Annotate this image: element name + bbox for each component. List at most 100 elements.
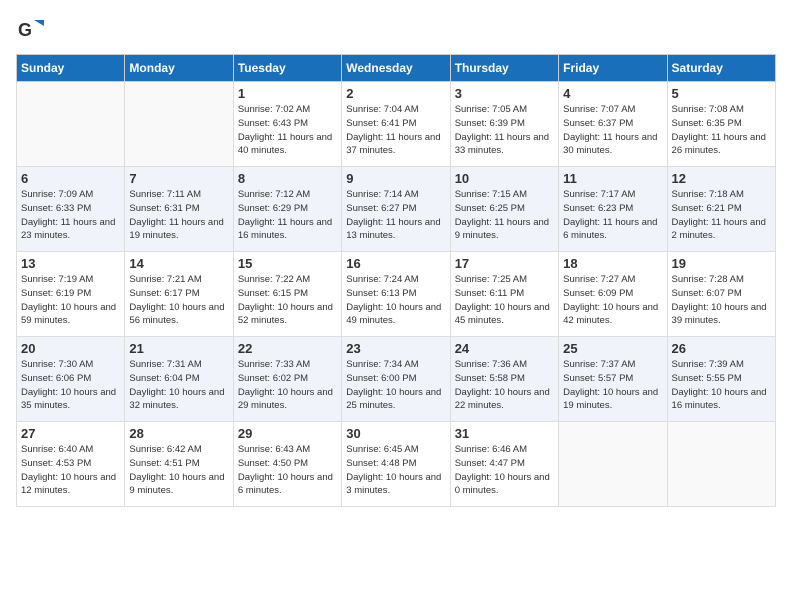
day-info: Sunrise: 7:08 AM Sunset: 6:35 PM Dayligh… (672, 103, 771, 158)
day-number: 14 (129, 256, 228, 271)
calendar-cell (125, 82, 233, 167)
calendar-cell: 4Sunrise: 7:07 AM Sunset: 6:37 PM Daylig… (559, 82, 667, 167)
calendar-cell: 17 Sunrise: 7:25 AM Sunset: 6:11 PM Dayli… (450, 252, 558, 337)
day-number: 25 (563, 341, 662, 356)
calendar-cell: 31 Sunrise: 6:46 AM Sunset: 4:47 PM Dayli… (450, 422, 558, 507)
day-number: 21 (129, 341, 228, 356)
day-info: Sunrise: 7:19 AM Sunset: 6:19 PM Dayligh… (21, 273, 120, 328)
calendar-cell: 1 Sunrise: 7:02 AM Sunset: 6:43 PM Daylig… (233, 82, 341, 167)
calendar-week-5: 27 Sunrise: 6:40 AM Sunset: 4:53 PM Dayli… (17, 422, 776, 507)
weekday-header-tuesday: Tuesday (233, 55, 341, 82)
calendar-cell: 27 Sunrise: 6:40 AM Sunset: 4:53 PM Dayli… (17, 422, 125, 507)
calendar-cell (17, 82, 125, 167)
day-number: 13 (21, 256, 120, 271)
day-info: Sunrise: 7:33 AM Sunset: 6:02 PM Dayligh… (238, 358, 337, 413)
day-info: Sunrise: 7:02 AM Sunset: 6:43 PM Dayligh… (238, 103, 337, 158)
calendar-cell: 18 Sunrise: 7:27 AM Sunset: 6:09 PM Dayli… (559, 252, 667, 337)
calendar-cell: 6 Sunrise: 7:09 AM Sunset: 6:33 PM Daylig… (17, 167, 125, 252)
day-number: 16 (346, 256, 445, 271)
day-number: 17 (455, 256, 554, 271)
weekday-header-monday: Monday (125, 55, 233, 82)
calendar-cell: 2 Sunrise: 7:04 AM Sunset: 6:41 PM Daylig… (342, 82, 450, 167)
calendar-cell: 16 Sunrise: 7:24 AM Sunset: 6:13 PM Dayli… (342, 252, 450, 337)
calendar-cell: 8 Sunrise: 7:12 AM Sunset: 6:29 PM Daylig… (233, 167, 341, 252)
day-info: Sunrise: 7:27 AM Sunset: 6:09 PM Dayligh… (563, 273, 662, 328)
day-info: Sunrise: 6:45 AM Sunset: 4:48 PM Dayligh… (346, 443, 445, 498)
day-info: Sunrise: 7:15 AM Sunset: 6:25 PM Dayligh… (455, 188, 554, 243)
day-number: 6 (21, 171, 120, 186)
day-info: Sunrise: 7:39 AM Sunset: 5:55 PM Dayligh… (672, 358, 771, 413)
calendar-cell (667, 422, 775, 507)
day-info: Sunrise: 7:24 AM Sunset: 6:13 PM Dayligh… (346, 273, 445, 328)
calendar-cell: 22 Sunrise: 7:33 AM Sunset: 6:02 PM Dayli… (233, 337, 341, 422)
calendar-week-3: 13 Sunrise: 7:19 AM Sunset: 6:19 PM Dayli… (17, 252, 776, 337)
day-info: Sunrise: 6:40 AM Sunset: 4:53 PM Dayligh… (21, 443, 120, 498)
weekday-header-sunday: Sunday (17, 55, 125, 82)
calendar-cell: 3 Sunrise: 7:05 AM Sunset: 6:39 PM Daylig… (450, 82, 558, 167)
day-info: Sunrise: 7:17 AM Sunset: 6:23 PM Dayligh… (563, 188, 662, 243)
day-number: 28 (129, 426, 228, 441)
day-number: 26 (672, 341, 771, 356)
calendar-week-4: 20Sunrise: 7:30 AM Sunset: 6:06 PM Dayli… (17, 337, 776, 422)
day-info: Sunrise: 7:25 AM Sunset: 6:11 PM Dayligh… (455, 273, 554, 328)
day-info: Sunrise: 7:12 AM Sunset: 6:29 PM Dayligh… (238, 188, 337, 243)
calendar-cell: 24Sunrise: 7:36 AM Sunset: 5:58 PM Dayli… (450, 337, 558, 422)
calendar-cell: 11 Sunrise: 7:17 AM Sunset: 6:23 PM Dayli… (559, 167, 667, 252)
day-number: 29 (238, 426, 337, 441)
day-info: Sunrise: 7:31 AM Sunset: 6:04 PM Dayligh… (129, 358, 228, 413)
day-info: Sunrise: 7:21 AM Sunset: 6:17 PM Dayligh… (129, 273, 228, 328)
calendar-cell: 10 Sunrise: 7:15 AM Sunset: 6:25 PM Dayli… (450, 167, 558, 252)
day-info: Sunrise: 7:18 AM Sunset: 6:21 PM Dayligh… (672, 188, 771, 243)
day-number: 10 (455, 171, 554, 186)
weekday-header-friday: Friday (559, 55, 667, 82)
day-number: 27 (21, 426, 120, 441)
day-number: 7 (129, 171, 228, 186)
calendar-cell: 23Sunrise: 7:34 AM Sunset: 6:00 PM Dayli… (342, 337, 450, 422)
day-number: 11 (563, 171, 662, 186)
day-number: 4 (563, 86, 662, 101)
calendar-cell: 5Sunrise: 7:08 AM Sunset: 6:35 PM Daylig… (667, 82, 775, 167)
calendar-cell: 25 Sunrise: 7:37 AM Sunset: 5:57 PM Dayli… (559, 337, 667, 422)
day-number: 15 (238, 256, 337, 271)
day-info: Sunrise: 7:04 AM Sunset: 6:41 PM Dayligh… (346, 103, 445, 158)
calendar-cell: 13 Sunrise: 7:19 AM Sunset: 6:19 PM Dayli… (17, 252, 125, 337)
page-header: G (16, 16, 776, 44)
day-number: 22 (238, 341, 337, 356)
weekday-header-saturday: Saturday (667, 55, 775, 82)
day-info: Sunrise: 7:36 AM Sunset: 5:58 PM Dayligh… (455, 358, 554, 413)
calendar-cell: 26 Sunrise: 7:39 AM Sunset: 5:55 PM Dayli… (667, 337, 775, 422)
day-number: 8 (238, 171, 337, 186)
day-number: 19 (672, 256, 771, 271)
calendar-cell: 28 Sunrise: 6:42 AM Sunset: 4:51 PM Dayli… (125, 422, 233, 507)
day-number: 18 (563, 256, 662, 271)
day-info: Sunrise: 6:46 AM Sunset: 4:47 PM Dayligh… (455, 443, 554, 498)
day-info: Sunrise: 7:05 AM Sunset: 6:39 PM Dayligh… (455, 103, 554, 158)
weekday-header-wednesday: Wednesday (342, 55, 450, 82)
day-info: Sunrise: 7:37 AM Sunset: 5:57 PM Dayligh… (563, 358, 662, 413)
calendar-cell: 29Sunrise: 6:43 AM Sunset: 4:50 PM Dayli… (233, 422, 341, 507)
day-info: Sunrise: 7:28 AM Sunset: 6:07 PM Dayligh… (672, 273, 771, 328)
day-info: Sunrise: 7:11 AM Sunset: 6:31 PM Dayligh… (129, 188, 228, 243)
day-info: Sunrise: 7:09 AM Sunset: 6:33 PM Dayligh… (21, 188, 120, 243)
calendar-cell: 14 Sunrise: 7:21 AM Sunset: 6:17 PM Dayli… (125, 252, 233, 337)
logo: G (16, 16, 48, 44)
svg-text:G: G (18, 20, 32, 40)
day-number: 23 (346, 341, 445, 356)
calendar-table: SundayMondayTuesdayWednesdayThursdayFrid… (16, 54, 776, 507)
day-number: 1 (238, 86, 337, 101)
day-number: 3 (455, 86, 554, 101)
day-info: Sunrise: 7:14 AM Sunset: 6:27 PM Dayligh… (346, 188, 445, 243)
weekday-header-thursday: Thursday (450, 55, 558, 82)
calendar-cell: 21 Sunrise: 7:31 AM Sunset: 6:04 PM Dayli… (125, 337, 233, 422)
calendar-cell (559, 422, 667, 507)
day-info: Sunrise: 7:30 AM Sunset: 6:06 PM Dayligh… (21, 358, 120, 413)
day-number: 12 (672, 171, 771, 186)
calendar-cell: 20Sunrise: 7:30 AM Sunset: 6:06 PM Dayli… (17, 337, 125, 422)
day-number: 2 (346, 86, 445, 101)
calendar-cell: 12 Sunrise: 7:18 AM Sunset: 6:21 PM Dayli… (667, 167, 775, 252)
day-info: Sunrise: 6:42 AM Sunset: 4:51 PM Dayligh… (129, 443, 228, 498)
calendar-cell: 30Sunrise: 6:45 AM Sunset: 4:48 PM Dayli… (342, 422, 450, 507)
day-number: 31 (455, 426, 554, 441)
calendar-cell: 19 Sunrise: 7:28 AM Sunset: 6:07 PM Dayli… (667, 252, 775, 337)
calendar-cell: 15Sunrise: 7:22 AM Sunset: 6:15 PM Dayli… (233, 252, 341, 337)
